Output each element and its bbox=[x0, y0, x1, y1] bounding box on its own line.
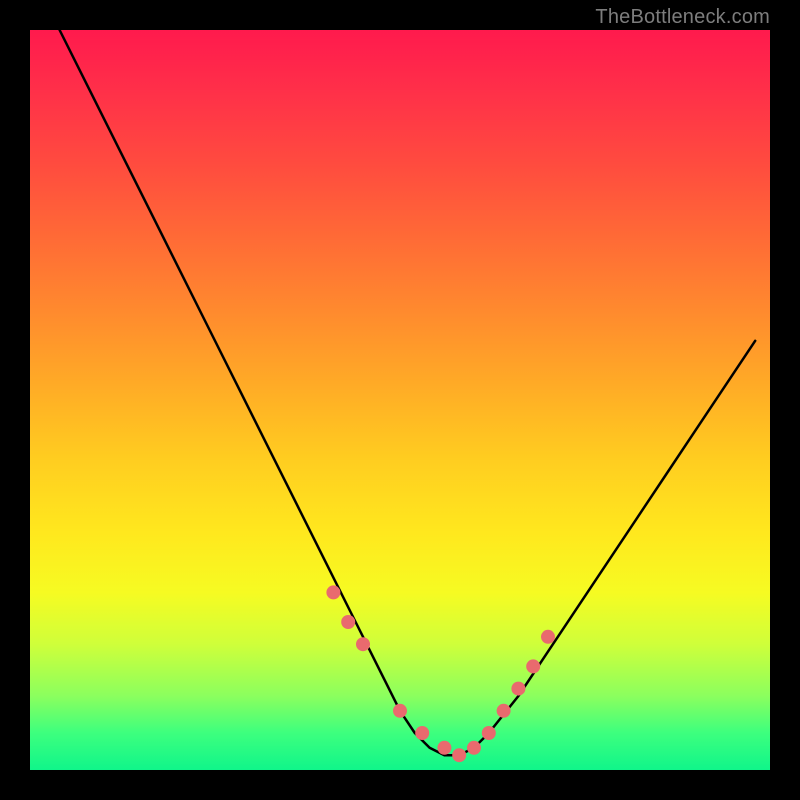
marker-dot bbox=[526, 659, 540, 673]
chart-stage: TheBottleneck.com bbox=[0, 0, 800, 800]
bottleneck-curve bbox=[60, 30, 756, 755]
chart-svg bbox=[30, 30, 770, 770]
marker-dot bbox=[541, 630, 555, 644]
marker-dot bbox=[511, 682, 525, 696]
marker-layer bbox=[326, 585, 555, 762]
marker-dot bbox=[437, 741, 451, 755]
marker-dot bbox=[341, 615, 355, 629]
marker-dot bbox=[482, 726, 496, 740]
watermark-text: TheBottleneck.com bbox=[595, 6, 770, 29]
marker-dot bbox=[497, 704, 511, 718]
marker-dot bbox=[467, 741, 481, 755]
marker-dot bbox=[393, 704, 407, 718]
plot-area bbox=[30, 30, 770, 770]
marker-dot bbox=[356, 637, 370, 651]
marker-dot bbox=[452, 748, 466, 762]
marker-dot bbox=[415, 726, 429, 740]
marker-dot bbox=[326, 585, 340, 599]
curve-layer bbox=[60, 30, 756, 755]
